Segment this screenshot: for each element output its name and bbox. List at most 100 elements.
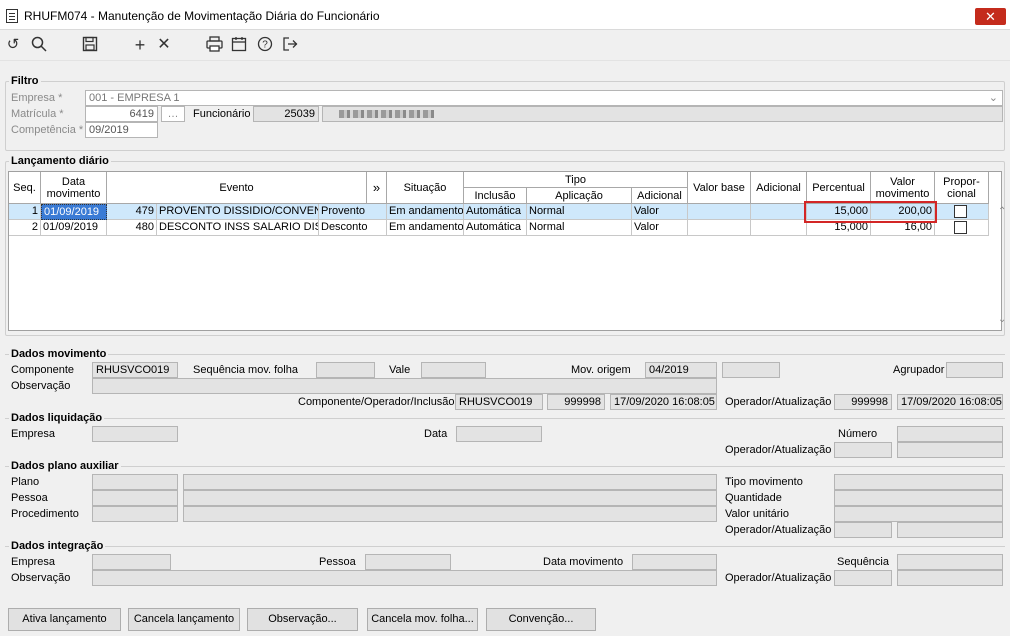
pessoa-desc-field [183, 490, 717, 506]
add-icon[interactable]: + [131, 36, 149, 54]
cell-tipo-evento: Provento [319, 204, 387, 220]
observacao-button[interactable]: Observação... [247, 608, 358, 631]
liquidacao-legend: Dados liquidação [9, 412, 105, 424]
int-data-mov-label: Data movimento [543, 556, 624, 568]
competencia-input[interactable]: 09/2019 [85, 122, 158, 138]
col-tipo: Tipo [464, 172, 688, 188]
vertical-scrollbar[interactable]: ⌃ ⌄ [996, 204, 1009, 330]
plano-desc-field [183, 474, 717, 490]
plano-legend: Dados plano auxiliar [9, 460, 121, 472]
procedimento-desc-field [183, 506, 717, 522]
matricula-input[interactable]: 6419 [85, 106, 158, 122]
col-evento[interactable]: Evento [107, 172, 367, 204]
pessoa-label: Pessoa [11, 492, 48, 504]
cancela-lancamento-button[interactable]: Cancela lançamento [128, 608, 240, 631]
empresa-select[interactable]: 001 - EMPRESA 1 ⌄ [85, 90, 1003, 106]
lancamento-grid[interactable]: Seq. Data movimento Evento » Situação Ti… [8, 171, 1006, 331]
cell-valor-base [688, 220, 751, 236]
scroll-down-icon[interactable]: ⌄ [998, 314, 1006, 325]
cancela-mov-folha-button[interactable]: Cancela mov. folha... [367, 608, 478, 631]
procedimento-label: Procedimento [11, 508, 79, 520]
cell-adicional: Valor [632, 204, 688, 220]
col-more[interactable]: » [367, 172, 387, 204]
liq-empresa-field [92, 426, 178, 442]
chevron-down-icon[interactable]: ⌄ [989, 91, 998, 105]
col-aplicacao[interactable]: Aplicação [527, 188, 632, 204]
int-sequencia-label: Sequência [837, 556, 889, 568]
cell-aplicacao: Normal [527, 204, 632, 220]
empresa-label: Empresa * [11, 92, 63, 104]
pessoa-code-field [92, 490, 178, 506]
col-valor-movimento[interactable]: Valor movimento [871, 172, 935, 204]
help-icon[interactable]: ? [256, 36, 274, 54]
cell-proporcional [935, 204, 989, 220]
calendar-icon[interactable] [230, 36, 248, 54]
int-observacao-label: Observação [11, 572, 71, 584]
funcionario-code: 25039 [253, 106, 319, 122]
comp-inclusao-field: RHUSVCO019 [455, 394, 543, 410]
close-button[interactable]: ✕ [975, 8, 1006, 25]
funcionario-name-redacted [322, 106, 1003, 122]
print-icon[interactable] [205, 36, 223, 54]
quantidade-field [834, 490, 1003, 506]
liq-op-field [834, 442, 892, 458]
observacao-field [92, 378, 717, 394]
cell-data: 01/09/2019 [41, 220, 107, 236]
int-empresa-label: Empresa [11, 556, 56, 568]
proporcional-checkbox[interactable] [954, 205, 967, 218]
cell-inclusao: Automática [464, 204, 527, 220]
cell-proporcional [935, 220, 989, 236]
movimento-legend: Dados movimento [9, 348, 109, 360]
tipo-mov-label: Tipo movimento [725, 476, 803, 488]
cell-adicional: Valor [632, 220, 688, 236]
cell-seq: 1 [9, 204, 41, 220]
col-seq[interactable]: Seq. [9, 172, 41, 204]
save-icon[interactable] [81, 36, 99, 54]
proporcional-checkbox[interactable] [954, 221, 967, 234]
int-atual-field [897, 570, 1003, 586]
col-proporcional[interactable]: Propor-cional [935, 172, 989, 204]
cell-evento: PROVENTO DISSIDIO/CONVENCÃ [157, 204, 319, 220]
liquidacao-divider [5, 418, 1005, 419]
movimento-divider [5, 354, 1005, 355]
cell-tipo-evento: Desconto [319, 220, 387, 236]
col-inclusao[interactable]: Inclusão [464, 188, 527, 204]
col-adicional2[interactable]: Adicional [751, 172, 807, 204]
cell-situacao: Em andamento [387, 204, 464, 220]
undo-icon[interactable]: ↺ [4, 36, 22, 54]
lookup-button[interactable]: … [161, 106, 185, 122]
int-observacao-field [92, 570, 717, 586]
observacao-label: Observação [11, 380, 71, 392]
ativa-lancamento-button[interactable]: Ativa lançamento [8, 608, 121, 631]
col-percentual[interactable]: Percentual [807, 172, 871, 204]
liq-data-field [456, 426, 542, 442]
op-inclusao-field: 999998 [547, 394, 605, 410]
cell-valor-base [688, 204, 751, 220]
int-op-field [834, 570, 892, 586]
search-icon[interactable] [30, 36, 48, 54]
cell-data[interactable]: 01/09/2019 [41, 204, 107, 220]
svg-text:?: ? [262, 40, 268, 51]
procedimento-code-field [92, 506, 178, 522]
exit-icon[interactable] [281, 36, 299, 54]
agrupador-label: Agrupador [893, 364, 945, 376]
matricula-label: Matrícula * [11, 108, 64, 120]
col-situacao[interactable]: Situação [387, 172, 464, 204]
empresa-value: 001 - EMPRESA 1 [89, 92, 180, 104]
col-data[interactable]: Data movimento [41, 172, 107, 204]
integracao-legend: Dados integração [9, 540, 106, 552]
plano-op-atual-label: Operador/Atualização [725, 524, 832, 536]
title-bar: RHUFM074 - Manutenção de Movimentação Di… [0, 0, 1010, 30]
col-adicional[interactable]: Adicional [632, 188, 688, 204]
cell-codigo: 480 [107, 220, 157, 236]
cancel-icon[interactable]: ✕ [155, 36, 173, 54]
col-valor-base[interactable]: Valor base [688, 172, 751, 204]
cell-aplicacao: Normal [527, 220, 632, 236]
convencao-button[interactable]: Convenção... [486, 608, 596, 631]
scroll-up-icon[interactable]: ⌃ [998, 206, 1006, 217]
window-icon [6, 9, 18, 23]
window-title: RHUFM074 - Manutenção de Movimentação Di… [24, 9, 380, 23]
mov-origem-extra-field [722, 362, 780, 378]
sequencia-field [316, 362, 375, 378]
plano-label: Plano [11, 476, 40, 488]
